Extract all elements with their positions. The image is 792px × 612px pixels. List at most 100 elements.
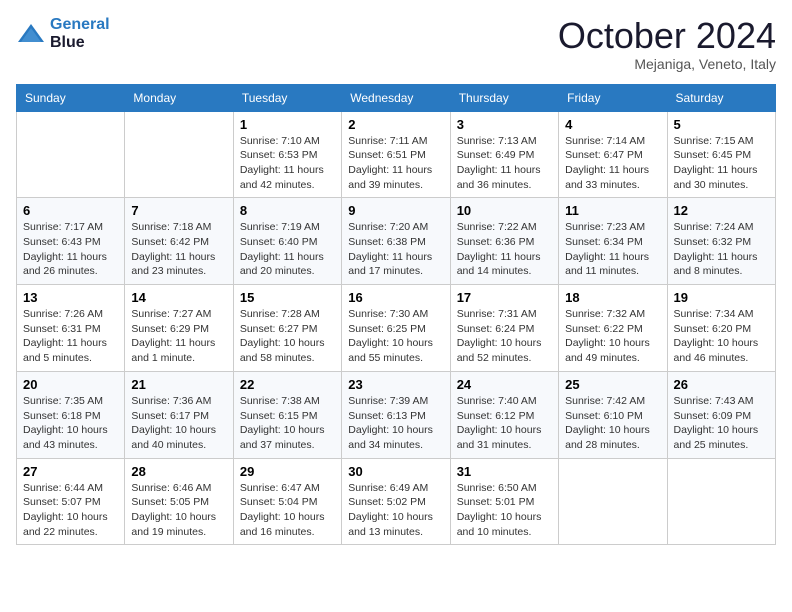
day-number: 18	[565, 290, 660, 305]
day-number: 2	[348, 117, 443, 132]
calendar-week-row: 1 Sunrise: 7:10 AMSunset: 6:53 PMDaylight…	[17, 111, 776, 198]
calendar-cell	[667, 458, 775, 545]
day-number: 5	[674, 117, 769, 132]
day-header-saturday: Saturday	[667, 84, 775, 111]
day-info: Sunrise: 7:30 AMSunset: 6:25 PMDaylight:…	[348, 307, 443, 366]
calendar-cell: 7 Sunrise: 7:18 AMSunset: 6:42 PMDaylight…	[125, 198, 233, 285]
month-title: October 2024	[558, 16, 776, 56]
calendar-cell: 10Sunrise: 7:22 AMSunset: 6:36 PMDayligh…	[450, 198, 558, 285]
logo-text: General	[50, 16, 110, 34]
day-number: 27	[23, 464, 118, 479]
calendar-cell: 31Sunrise: 6:50 AMSunset: 5:01 PMDayligh…	[450, 458, 558, 545]
calendar-cell: 22Sunrise: 7:38 AMSunset: 6:15 PMDayligh…	[233, 371, 341, 458]
calendar-cell: 12Sunrise: 7:24 AMSunset: 6:32 PMDayligh…	[667, 198, 775, 285]
day-info: Sunrise: 7:31 AMSunset: 6:24 PMDaylight:…	[457, 307, 552, 366]
day-header-wednesday: Wednesday	[342, 84, 450, 111]
day-number: 17	[457, 290, 552, 305]
day-info: Sunrise: 7:15 AMSunset: 6:45 PMDaylight:…	[674, 134, 769, 193]
day-info: Sunrise: 7:19 AMSunset: 6:40 PMDaylight:…	[240, 220, 335, 279]
calendar-cell: 27 Sunrise: 6:44 AMSunset: 5:07 PMDayligh…	[17, 458, 125, 545]
calendar-cell: 29 Sunrise: 6:47 AMSunset: 5:04 PMDayligh…	[233, 458, 341, 545]
day-info: Sunrise: 7:13 AMSunset: 6:49 PMDaylight:…	[457, 134, 552, 193]
calendar-cell: 5 Sunrise: 7:15 AMSunset: 6:45 PMDaylight…	[667, 111, 775, 198]
day-number: 24	[457, 377, 552, 392]
calendar-cell: 25Sunrise: 7:42 AMSunset: 6:10 PMDayligh…	[559, 371, 667, 458]
logo: General Blue	[16, 16, 110, 52]
calendar-header-row: SundayMondayTuesdayWednesdayThursdayFrid…	[17, 84, 776, 111]
calendar-cell	[559, 458, 667, 545]
day-number: 4	[565, 117, 660, 132]
day-number: 12	[674, 203, 769, 218]
location: Mejaniga, Veneto, Italy	[558, 56, 776, 72]
day-header-friday: Friday	[559, 84, 667, 111]
calendar-cell	[125, 111, 233, 198]
day-header-tuesday: Tuesday	[233, 84, 341, 111]
calendar-cell: 4Sunrise: 7:14 AMSunset: 6:47 PMDaylight…	[559, 111, 667, 198]
day-number: 14	[131, 290, 226, 305]
day-info: Sunrise: 6:46 AMSunset: 5:05 PMDaylight:…	[131, 481, 226, 540]
page-header: General Blue October 2024 Mejaniga, Vene…	[16, 16, 776, 72]
logo-icon	[16, 22, 46, 46]
calendar-cell: 17 Sunrise: 7:31 AMSunset: 6:24 PMDayligh…	[450, 285, 558, 372]
day-number: 19	[674, 290, 769, 305]
day-info: Sunrise: 7:26 AMSunset: 6:31 PMDaylight:…	[23, 307, 118, 366]
calendar-week-row: 13 Sunrise: 7:26 AMSunset: 6:31 PMDayligh…	[17, 285, 776, 372]
calendar-cell: 15Sunrise: 7:28 AMSunset: 6:27 PMDayligh…	[233, 285, 341, 372]
calendar-cell: 13 Sunrise: 7:26 AMSunset: 6:31 PMDayligh…	[17, 285, 125, 372]
day-number: 1	[240, 117, 335, 132]
day-header-thursday: Thursday	[450, 84, 558, 111]
day-info: Sunrise: 7:40 AMSunset: 6:12 PMDaylight:…	[457, 394, 552, 453]
calendar-cell: 30Sunrise: 6:49 AMSunset: 5:02 PMDayligh…	[342, 458, 450, 545]
day-info: Sunrise: 7:35 AMSunset: 6:18 PMDaylight:…	[23, 394, 118, 453]
calendar-cell: 21Sunrise: 7:36 AMSunset: 6:17 PMDayligh…	[125, 371, 233, 458]
calendar-cell: 23Sunrise: 7:39 AMSunset: 6:13 PMDayligh…	[342, 371, 450, 458]
logo-text2: Blue	[50, 34, 110, 52]
day-info: Sunrise: 7:18 AMSunset: 6:42 PMDaylight:…	[131, 220, 226, 279]
day-info: Sunrise: 7:20 AMSunset: 6:38 PMDaylight:…	[348, 220, 443, 279]
day-info: Sunrise: 6:44 AMSunset: 5:07 PMDaylight:…	[23, 481, 118, 540]
day-info: Sunrise: 6:50 AMSunset: 5:01 PMDaylight:…	[457, 481, 552, 540]
day-info: Sunrise: 6:49 AMSunset: 5:02 PMDaylight:…	[348, 481, 443, 540]
day-number: 7	[131, 203, 226, 218]
calendar-cell: 11 Sunrise: 7:23 AMSunset: 6:34 PMDayligh…	[559, 198, 667, 285]
calendar-cell: 6Sunrise: 7:17 AMSunset: 6:43 PMDaylight…	[17, 198, 125, 285]
day-number: 25	[565, 377, 660, 392]
title-block: October 2024 Mejaniga, Veneto, Italy	[558, 16, 776, 72]
day-number: 16	[348, 290, 443, 305]
day-info: Sunrise: 7:10 AMSunset: 6:53 PMDaylight:…	[240, 134, 335, 193]
calendar-cell: 26Sunrise: 7:43 AMSunset: 6:09 PMDayligh…	[667, 371, 775, 458]
day-info: Sunrise: 7:32 AMSunset: 6:22 PMDaylight:…	[565, 307, 660, 366]
day-info: Sunrise: 7:36 AMSunset: 6:17 PMDaylight:…	[131, 394, 226, 453]
day-number: 11	[565, 203, 660, 218]
calendar-cell: 9 Sunrise: 7:20 AMSunset: 6:38 PMDaylight…	[342, 198, 450, 285]
calendar-week-row: 20 Sunrise: 7:35 AMSunset: 6:18 PMDayligh…	[17, 371, 776, 458]
day-number: 28	[131, 464, 226, 479]
calendar-cell: 14 Sunrise: 7:27 AMSunset: 6:29 PMDayligh…	[125, 285, 233, 372]
day-info: Sunrise: 7:23 AMSunset: 6:34 PMDaylight:…	[565, 220, 660, 279]
calendar-cell: 20 Sunrise: 7:35 AMSunset: 6:18 PMDayligh…	[17, 371, 125, 458]
day-info: Sunrise: 6:47 AMSunset: 5:04 PMDaylight:…	[240, 481, 335, 540]
day-info: Sunrise: 7:28 AMSunset: 6:27 PMDaylight:…	[240, 307, 335, 366]
day-header-sunday: Sunday	[17, 84, 125, 111]
day-info: Sunrise: 7:27 AMSunset: 6:29 PMDaylight:…	[131, 307, 226, 366]
day-info: Sunrise: 7:34 AMSunset: 6:20 PMDaylight:…	[674, 307, 769, 366]
day-number: 8	[240, 203, 335, 218]
calendar-cell: 19 Sunrise: 7:34 AMSunset: 6:20 PMDayligh…	[667, 285, 775, 372]
calendar-cell: 28 Sunrise: 6:46 AMSunset: 5:05 PMDayligh…	[125, 458, 233, 545]
calendar-cell: 1 Sunrise: 7:10 AMSunset: 6:53 PMDaylight…	[233, 111, 341, 198]
calendar-cell: 2Sunrise: 7:11 AMSunset: 6:51 PMDaylight…	[342, 111, 450, 198]
calendar-week-row: 27 Sunrise: 6:44 AMSunset: 5:07 PMDayligh…	[17, 458, 776, 545]
calendar-cell: 24 Sunrise: 7:40 AMSunset: 6:12 PMDayligh…	[450, 371, 558, 458]
calendar-week-row: 6Sunrise: 7:17 AMSunset: 6:43 PMDaylight…	[17, 198, 776, 285]
day-number: 20	[23, 377, 118, 392]
day-info: Sunrise: 7:17 AMSunset: 6:43 PMDaylight:…	[23, 220, 118, 279]
day-info: Sunrise: 7:38 AMSunset: 6:15 PMDaylight:…	[240, 394, 335, 453]
day-number: 9	[348, 203, 443, 218]
day-number: 13	[23, 290, 118, 305]
day-info: Sunrise: 7:22 AMSunset: 6:36 PMDaylight:…	[457, 220, 552, 279]
day-number: 29	[240, 464, 335, 479]
day-info: Sunrise: 7:39 AMSunset: 6:13 PMDaylight:…	[348, 394, 443, 453]
calendar-cell: 8 Sunrise: 7:19 AMSunset: 6:40 PMDaylight…	[233, 198, 341, 285]
day-info: Sunrise: 7:43 AMSunset: 6:09 PMDaylight:…	[674, 394, 769, 453]
day-number: 3	[457, 117, 552, 132]
